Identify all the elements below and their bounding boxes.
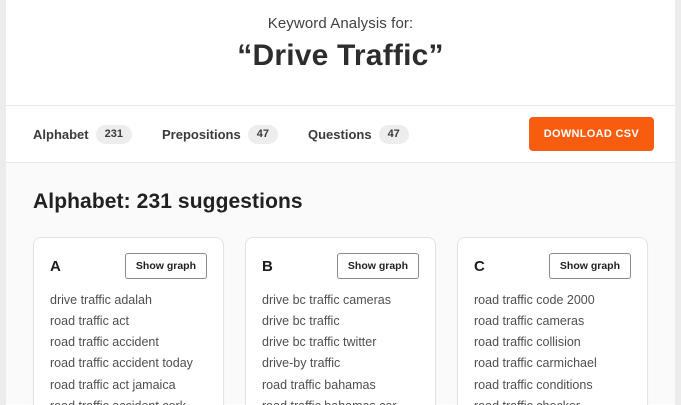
show-graph-button[interactable]: Show graph bbox=[549, 253, 631, 279]
tab-label: Prepositions bbox=[162, 127, 241, 142]
keyword-list: drive bc traffic cameras drive bc traffic… bbox=[262, 291, 419, 405]
page-header: Keyword Analysis for: “Drive Traffic” bbox=[6, 0, 675, 106]
page: Keyword Analysis for: “Drive Traffic” Al… bbox=[6, 0, 675, 405]
letter-card-b: BShow graphdrive bc traffic camerasdrive… bbox=[245, 237, 436, 405]
main-section: Alphabet: 231 suggestions A Show graph dri… bbox=[6, 163, 675, 404]
keyword-item: road traffic bahamas car license renewal bbox=[262, 397, 419, 405]
tab-questions[interactable]: Questions 47 bbox=[308, 125, 409, 144]
cards-grid: A Show graph drive traffic adalah road traf… bbox=[33, 237, 648, 405]
tab-bar: Alphabet 231 Prepositions 47 Questions 47 DOW… bbox=[6, 106, 675, 163]
keyword-item: road traffic accident bbox=[50, 333, 207, 351]
tab-label: Questions bbox=[308, 127, 372, 142]
keyword-item: drive bc traffic twitter bbox=[262, 333, 419, 351]
tabs-group: Alphabet 231 Prepositions 47 Questions 47 bbox=[33, 125, 409, 144]
download-csv-button[interactable]: DOWNLOAD CSV bbox=[529, 117, 654, 151]
card-letter: C bbox=[474, 258, 485, 275]
keyword-item: road traffic accident today bbox=[50, 354, 207, 372]
tab-count-badge: 231 bbox=[96, 125, 132, 144]
page-title: “Drive Traffic” bbox=[6, 39, 675, 73]
keyword-item: road traffic collision bbox=[474, 333, 631, 351]
tab-label: Alphabet bbox=[33, 127, 89, 142]
keyword-item: drive bc traffic cameras bbox=[262, 291, 419, 309]
keyword-item: road traffic bahamas bbox=[262, 376, 419, 394]
keyword-item: road traffic conditions bbox=[474, 376, 631, 394]
show-graph-button[interactable]: Show graph bbox=[337, 253, 419, 279]
tab-count-badge: 47 bbox=[248, 125, 278, 144]
tab-prepositions[interactable]: Prepositions 47 bbox=[162, 125, 278, 144]
card-header: A Show graph bbox=[50, 253, 207, 279]
tab-alphabet[interactable]: Alphabet 231 bbox=[33, 125, 132, 144]
keyword-item: road traffic accident cork today bbox=[50, 397, 207, 405]
keyword-item: road traffic cameras bbox=[474, 312, 631, 330]
keyword-item: drive-by traffic bbox=[262, 354, 419, 372]
keyword-item: road traffic code 2000 bbox=[474, 291, 631, 309]
letter-card-c: CShow graphroad traffic code 2000road tr… bbox=[457, 237, 648, 405]
keyword-list: road traffic code 2000 road traffic camer… bbox=[474, 291, 631, 405]
tab-count-badge: 47 bbox=[379, 125, 409, 144]
keyword-item: road traffic act jamaica bbox=[50, 376, 207, 394]
card-header: B Show graph bbox=[262, 253, 419, 279]
letter-card-a: A Show graph drive traffic adalah road traf… bbox=[33, 237, 224, 405]
section-heading: Alphabet: 231 suggestions bbox=[33, 190, 648, 214]
header-subtitle: Keyword Analysis for: bbox=[6, 15, 675, 32]
keyword-item: drive traffic adalah bbox=[50, 291, 207, 309]
keyword-item: road traffic checker bbox=[474, 397, 631, 405]
card-letter: B bbox=[262, 258, 273, 275]
card-header: C Show graph bbox=[474, 253, 631, 279]
keyword-item: road traffic carmichael bbox=[474, 354, 631, 372]
card-letter: A bbox=[50, 258, 61, 275]
show-graph-button[interactable]: Show graph bbox=[125, 253, 207, 279]
keyword-item: drive bc traffic bbox=[262, 312, 419, 330]
keyword-item: road traffic act bbox=[50, 312, 207, 330]
keyword-list: drive traffic adalah road traffic act road… bbox=[50, 291, 207, 405]
